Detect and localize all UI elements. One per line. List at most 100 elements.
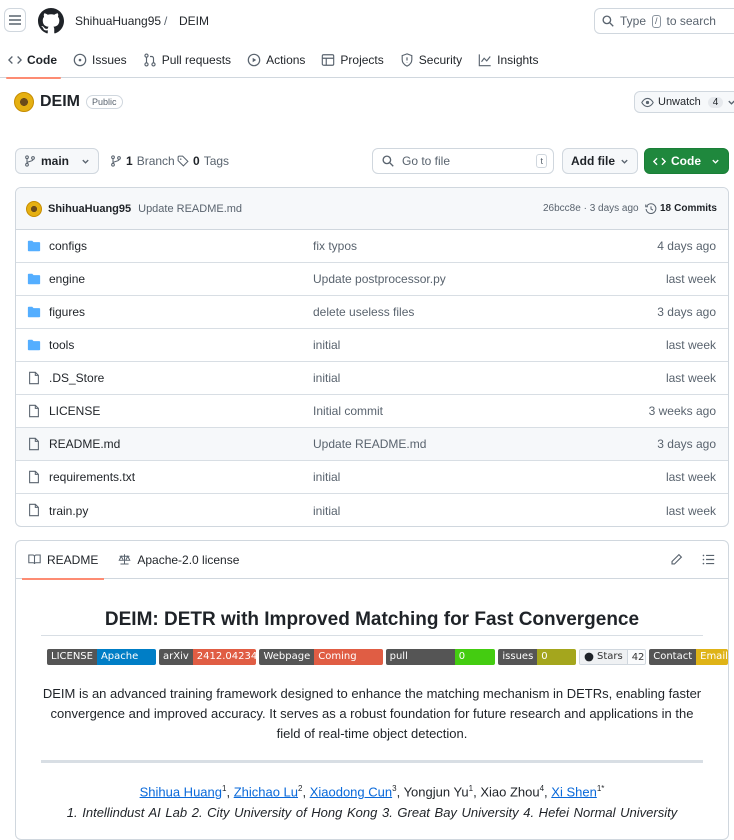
hamburger-icon <box>9 15 21 25</box>
tab-insights[interactable]: Insights <box>476 42 548 78</box>
tab-issues[interactable]: Issues <box>71 42 137 78</box>
tab-license-label: Apache-2.0 license <box>137 552 240 567</box>
file-commit-message[interactable]: Update postprocessor.py <box>313 272 446 286</box>
tab-pull-requests[interactable]: Pull requests <box>141 42 241 78</box>
file-date: 3 days ago <box>657 437 716 451</box>
code-icon <box>8 55 22 64</box>
tab-projects[interactable]: Projects <box>319 42 393 78</box>
file-icon <box>27 437 41 451</box>
graph-icon <box>478 53 491 66</box>
file-commit-message[interactable]: initial <box>313 504 340 518</box>
branches-link[interactable]: 1 Branch <box>110 154 175 168</box>
file-name[interactable]: configs <box>49 239 87 253</box>
badge-value: Email <box>696 649 728 665</box>
search-prefix: Type <box>620 14 647 28</box>
unwatch-button[interactable]: Unwatch 4 <box>634 91 734 113</box>
readme-badge[interactable]: issues0 open <box>498 649 576 665</box>
author-name[interactable]: Shihua Huang <box>140 784 222 799</box>
tab-actions[interactable]: Actions <box>245 42 315 78</box>
visibility-badge: Public <box>86 95 123 109</box>
file-date: last week <box>665 272 716 286</box>
branch-icon <box>111 155 121 167</box>
repo-avatar[interactable] <box>14 92 34 112</box>
chevron-down-icon <box>621 159 628 164</box>
tags-link[interactable]: 0 Tags <box>177 154 229 168</box>
file-row[interactable]: train.py initial last week <box>16 494 728 526</box>
file-name[interactable]: requirements.txt <box>49 470 135 484</box>
file-row[interactable]: requirements.txt initial last week <box>16 461 728 494</box>
file-commit-message[interactable]: Initial commit <box>313 404 383 418</box>
readme-badge[interactable]: arXiv 2412.04234 <box>159 649 257 665</box>
github-logo-icon[interactable] <box>38 8 64 34</box>
readme-description: DEIM is an advanced training framework d… <box>42 686 702 741</box>
commit-author[interactable]: ShihuaHuang95 <box>48 203 131 215</box>
file-name[interactable]: figures <box>49 305 85 319</box>
tab-code[interactable]: Code <box>6 42 67 79</box>
readme-badge[interactable]: LICENSEApache 2.0 <box>47 649 156 665</box>
file-name[interactable]: .DS_Store <box>49 371 104 385</box>
author-name[interactable]: Zhichao Lu <box>234 784 298 799</box>
readme-badge[interactable]: Contact Email <box>649 649 728 665</box>
go-to-file-input[interactable]: Go to file t <box>372 148 554 174</box>
tab-readme[interactable]: README <box>22 541 105 580</box>
file-name[interactable]: README.md <box>49 437 120 451</box>
tags-label: Tags <box>203 154 230 168</box>
history-icon <box>645 202 657 214</box>
file-row[interactable]: engine Update postprocessor.py last week <box>16 263 728 296</box>
author-name: Yongjun Yu <box>403 784 469 800</box>
commits-link[interactable]: 18 Commits <box>645 202 717 215</box>
add-file-button[interactable]: Add file <box>562 148 638 174</box>
file-commit-message[interactable]: initial <box>313 371 340 385</box>
affiliations: 1. Intellindust AI Lab 2. City Universit… <box>66 805 678 820</box>
commit-hash-time[interactable]: 26bcc8e · 3 days ago <box>543 203 639 214</box>
breadcrumb-owner[interactable]: ShihuaHuang95 <box>75 14 161 28</box>
author-avatar[interactable] <box>26 200 42 217</box>
file-name[interactable]: tools <box>49 338 74 352</box>
branches-label: Branch <box>136 154 175 168</box>
author-name[interactable]: Xi Shen <box>551 784 597 799</box>
menu-button[interactable] <box>4 8 26 32</box>
code-button[interactable]: Code <box>644 148 729 174</box>
file-date: last week <box>665 503 716 518</box>
file-date: last week <box>665 470 716 484</box>
go-to-file-shortcut: t <box>536 154 547 168</box>
breadcrumb-repo[interactable]: DEIM <box>179 14 209 28</box>
code-button-label: Code <box>671 154 701 168</box>
commit-message[interactable]: Update README.md <box>138 203 242 215</box>
repo-name[interactable]: DEIM <box>40 93 80 111</box>
file-name[interactable]: LICENSE <box>49 404 100 418</box>
search-icon <box>602 15 614 27</box>
file-commit-message[interactable]: delete useless files <box>313 305 414 319</box>
file-name[interactable]: engine <box>49 272 85 286</box>
file-row[interactable]: LICENSE Initial commit 3 weeks ago <box>16 395 728 428</box>
badge-value: 0 open <box>454 649 496 665</box>
readme-badge[interactable]: WebpageComing Soon <box>259 649 383 665</box>
list-icon[interactable] <box>702 553 715 566</box>
file-row[interactable]: figures delete useless files 3 days ago <box>16 296 728 329</box>
repo-nav: Code Issues Pull requests Actions Projec… <box>0 42 734 79</box>
file-row[interactable]: tools initial last week <box>16 329 728 362</box>
file-commit-message[interactable]: fix typos <box>313 239 357 253</box>
branch-name: main <box>41 154 70 168</box>
pencil-icon[interactable] <box>670 553 683 566</box>
readme-tabs: README Apache-2.0 license <box>16 541 728 580</box>
branch-selector[interactable]: main <box>15 148 99 174</box>
tab-license[interactable]: Apache-2.0 license <box>112 541 245 579</box>
file-row[interactable]: README.md Update README.md 3 days ago <box>16 428 728 461</box>
watch-count: 4 <box>707 96 724 108</box>
latest-commit-bar: ShihuaHuang95 Update README.md 26bcc8e ·… <box>16 188 728 230</box>
file-commit-message[interactable]: Update README.md <box>313 437 426 451</box>
file-commit-message[interactable]: initial <box>313 470 340 484</box>
file-row[interactable]: configs fix typos 4 days ago <box>16 230 728 263</box>
readme-badge[interactable]: Stars 42 <box>578 649 647 665</box>
folder-icon <box>27 272 41 286</box>
readme-badge[interactable]: pull requests0 open <box>385 649 496 665</box>
search-input[interactable]: Type / to search <box>594 8 734 34</box>
badge-label: LICENSE <box>47 649 97 665</box>
tab-security[interactable]: Security <box>398 42 472 78</box>
file-commit-message[interactable]: initial <box>313 338 340 352</box>
file-name[interactable]: train.py <box>49 504 88 518</box>
file-row[interactable]: .DS_Store initial last week <box>16 362 728 395</box>
law-icon <box>118 554 131 565</box>
author-name[interactable]: Xiaodong Cun <box>310 784 392 799</box>
